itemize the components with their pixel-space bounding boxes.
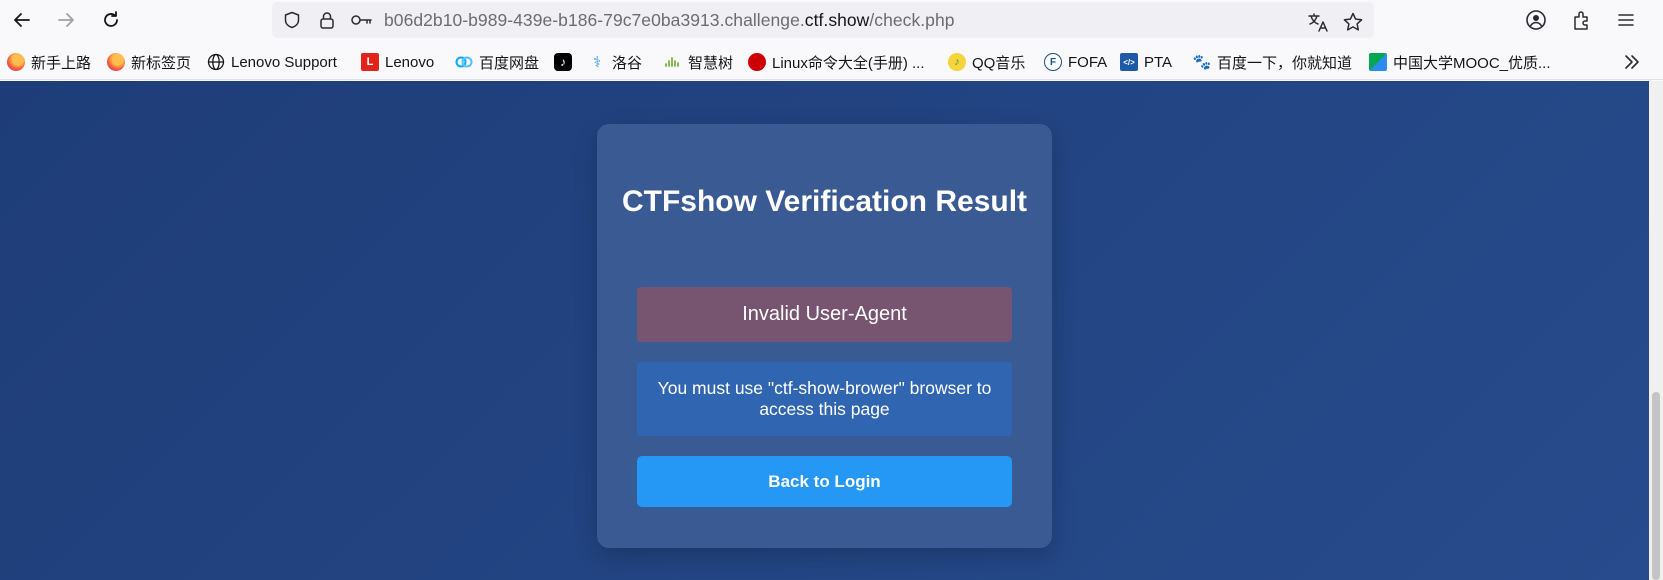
back-button[interactable] — [6, 4, 38, 36]
url-text[interactable]: b06d2b10-b989-439e-b186-79c7e0ba3913.cha… — [384, 10, 955, 31]
baidu-netdisk-icon — [455, 53, 473, 71]
reload-icon — [104, 11, 118, 27]
bookmark-label: 洛谷 — [612, 54, 643, 72]
baidu-icon: 🐾 — [1192, 54, 1212, 71]
bookmark-item[interactable]: 中国大学MOOC_优质... — [1369, 51, 1551, 73]
lenovo-icon: L — [361, 53, 379, 71]
bookmark-label: PTA — [1144, 53, 1173, 71]
scrollbar-thumb[interactable] — [1652, 392, 1660, 580]
bookmarks-toolbar: 新手上路 新标签页 Lenovo Support L Lenovo 百度网盘 ♪… — [0, 44, 1663, 80]
url-prefix: b06d2b10-b989-439e-b186-79c7e0ba3913.cha… — [384, 10, 805, 30]
bookmark-item[interactable]: 新标签页 — [107, 51, 191, 73]
url-domain: ctf.show — [804, 10, 870, 30]
address-bar[interactable]: b06d2b10-b989-439e-b186-79c7e0ba3913.cha… — [272, 2, 1374, 38]
bookmark-item[interactable]: </> PTA — [1120, 51, 1172, 73]
translate-icon[interactable] — [1306, 10, 1330, 34]
key-icon[interactable] — [350, 10, 374, 30]
globe-icon — [207, 53, 225, 71]
tiktok-icon: ♪ — [554, 53, 572, 71]
menu-icon[interactable] — [1614, 8, 1638, 32]
bookmark-item[interactable]: ⚕ 洛谷 — [588, 51, 642, 73]
redhat-icon — [748, 53, 766, 71]
info-message: You must use "ctf-show-brower" browser t… — [637, 362, 1012, 436]
bookmark-item[interactable]: Linux命令大全(手册) ... — [748, 51, 925, 73]
firefox-icon — [7, 53, 25, 71]
account-icon[interactable] — [1524, 8, 1548, 32]
back-arrow-icon — [14, 13, 30, 27]
bookmark-item[interactable]: L Lenovo — [361, 51, 434, 73]
bookmark-label: 新手上路 — [31, 54, 92, 72]
bookmark-label: 智慧树 — [688, 54, 734, 72]
mooc-icon — [1369, 53, 1387, 71]
bookmark-label: 新标签页 — [131, 54, 192, 72]
bookmark-label: 百度网盘 — [479, 54, 540, 72]
bookmark-label: 中国大学MOOC_优质... — [1393, 54, 1551, 72]
bookmark-label: Linux命令大全(手册) ... — [772, 54, 925, 72]
zhihuishu-icon — [664, 53, 682, 71]
forward-button[interactable] — [50, 4, 82, 36]
bookmark-item[interactable]: Lenovo Support — [207, 51, 337, 73]
bookmark-item[interactable]: 智慧树 — [664, 51, 733, 73]
chevron-double-right-icon — [1625, 55, 1639, 69]
bookmarks-overflow-button[interactable] — [1620, 50, 1644, 74]
shield-icon[interactable] — [282, 10, 302, 30]
verification-card: CTFshow Verification Result Invalid User… — [597, 124, 1052, 548]
lock-icon[interactable] — [317, 10, 337, 30]
forward-arrow-icon — [58, 13, 74, 27]
bookmark-label: Lenovo — [385, 53, 435, 71]
extensions-icon[interactable] — [1570, 8, 1594, 32]
bookmark-star-icon[interactable] — [1341, 10, 1365, 34]
firefox-icon — [107, 53, 125, 71]
bookmark-item[interactable]: 新手上路 — [7, 51, 91, 73]
fofa-icon: F — [1044, 53, 1062, 71]
url-path: /check.php — [869, 10, 955, 30]
pta-icon: </> — [1120, 53, 1138, 71]
bookmark-item[interactable]: ♪ QQ音乐 — [948, 51, 1025, 73]
page-title: CTFshow Verification Result — [621, 185, 1028, 218]
back-to-login-button[interactable]: Back to Login — [637, 456, 1012, 507]
bookmark-label: QQ音乐 — [972, 54, 1026, 72]
bookmark-label: Lenovo Support — [231, 53, 337, 71]
bookmark-item[interactable]: 百度网盘 — [455, 51, 539, 73]
reload-button[interactable] — [95, 4, 127, 36]
bookmark-item[interactable]: F FOFA — [1044, 51, 1107, 73]
qqmusic-icon: ♪ — [948, 53, 966, 71]
bookmark-label: 百度一下，你就知道 — [1217, 54, 1353, 72]
bookmark-label: FOFA — [1068, 53, 1108, 71]
luogu-icon: ⚕ — [592, 54, 602, 71]
bookmark-item[interactable]: ♪ — [554, 51, 578, 73]
error-message: Invalid User-Agent — [637, 287, 1012, 342]
browser-toolbar: b06d2b10-b989-439e-b186-79c7e0ba3913.cha… — [0, 0, 1663, 40]
bookmark-item[interactable]: 🐾 百度一下，你就知道 — [1193, 51, 1352, 73]
